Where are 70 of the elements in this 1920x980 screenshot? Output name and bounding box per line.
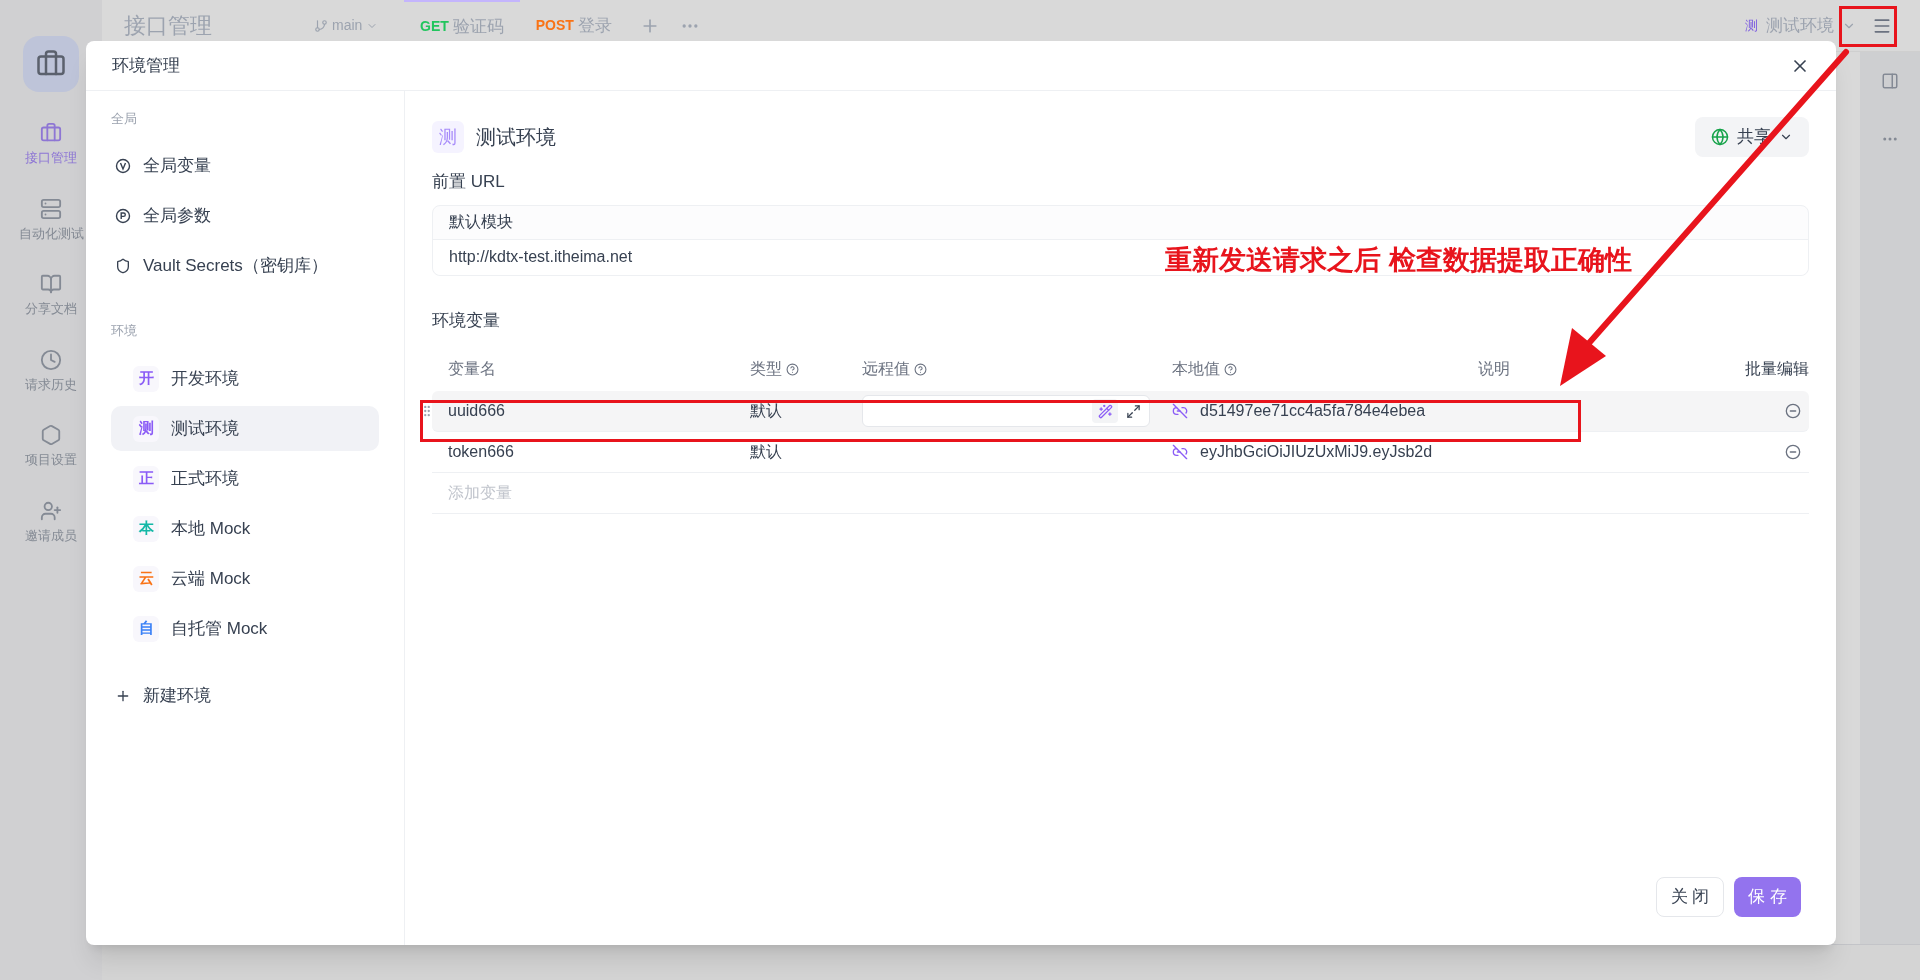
sidebar-item[interactable]: Vault Secrets（密钥库）: [111, 240, 379, 291]
unlinked-icon[interactable]: [1172, 444, 1188, 460]
environment-initial: 测: [1745, 16, 1758, 35]
new-environment-button[interactable]: 新建环境: [111, 676, 379, 716]
hexagon-icon: [40, 424, 62, 446]
help-icon[interactable]: [914, 362, 927, 376]
environment-item[interactable]: 本 本地 Mock: [111, 506, 379, 551]
environment-item[interactable]: 云 云端 Mock: [111, 556, 379, 601]
environment-name: 测试环境: [476, 125, 556, 150]
column-header: 变量名: [447, 359, 497, 379]
environment-item[interactable]: 测 测试环境: [111, 406, 379, 451]
column-header: 本地值: [1160, 357, 1462, 381]
server-icon: [40, 197, 62, 220]
dialog-title: 环境管理: [112, 54, 180, 77]
app-logo: [23, 36, 79, 92]
http-method: GET: [420, 17, 449, 36]
remove-icon[interactable]: [1785, 403, 1801, 419]
unlinked-icon[interactable]: [1172, 403, 1188, 419]
environment-badge: 自: [133, 615, 159, 642]
section-heading: 环境: [111, 321, 138, 340]
column-header: 远程值: [862, 357, 1160, 381]
tab-label: 验证码: [452, 15, 504, 38]
variable-type: 默认: [750, 442, 783, 462]
section-heading: 环境变量: [432, 309, 501, 332]
environment-item[interactable]: 自 自托管 Mock: [111, 606, 379, 651]
expand-icon[interactable]: [1126, 403, 1141, 419]
help-icon[interactable]: [786, 362, 799, 376]
remove-icon[interactable]: [1785, 444, 1801, 460]
module-name: 默认模块: [433, 205, 1808, 240]
magic-wand-icon[interactable]: [1092, 399, 1118, 423]
column-header: 说明: [1477, 359, 1511, 379]
sidebar-item[interactable]: 全局变量: [111, 140, 379, 191]
highlight-frame: [1839, 6, 1897, 47]
circled-p-icon: [115, 207, 131, 224]
variable-type: 默认: [750, 401, 783, 421]
globe-icon: [1711, 128, 1729, 146]
briefcase-icon: [40, 122, 62, 144]
sidebar-item[interactable]: 全局参数: [111, 190, 379, 241]
remote-value-field[interactable]: [862, 395, 1150, 427]
close-button[interactable]: 关 闭: [1655, 877, 1725, 917]
environment-item[interactable]: 正 正式环境: [111, 456, 379, 501]
environment-badge: 本: [133, 515, 159, 542]
tab-label: 登录: [577, 14, 612, 37]
variable-name: uuid666: [447, 401, 506, 421]
environment-badge: 云: [133, 565, 159, 592]
clock-icon: [40, 348, 62, 371]
save-button[interactable]: 保 存: [1734, 877, 1801, 917]
bulk-edit-link[interactable]: 批量编辑: [1649, 357, 1809, 381]
column-header: 类型: [750, 357, 862, 381]
environment-badge: 开: [133, 365, 159, 392]
shield-icon: [115, 257, 131, 274]
add-user-icon: [40, 499, 62, 522]
circled-v-icon: [115, 157, 131, 174]
panel-icon[interactable]: [1881, 72, 1899, 90]
environment-badge: 测: [133, 415, 159, 442]
http-method: POST: [535, 16, 574, 35]
project-title: 接口管理: [124, 12, 213, 40]
branch-icon: [314, 18, 328, 33]
local-value: eyJhbGciOiJIUzUxMiJ9.eyJsb2d: [1200, 442, 1433, 462]
annotation-text: 重新发送请求之后 检查数据提取正确性: [1165, 244, 1632, 277]
variable-name: token666: [447, 442, 515, 462]
section-heading: 前置 URL: [432, 171, 506, 193]
local-value: d51497ee71cc4a5fa784e4ebea: [1200, 401, 1426, 421]
help-icon[interactable]: [1224, 362, 1237, 376]
book-icon: [40, 273, 62, 295]
plus-icon: [115, 688, 131, 704]
section-heading: 全局: [111, 110, 138, 128]
environment-badge: 测: [432, 121, 464, 153]
environment-badge: 正: [133, 465, 159, 492]
environment-item[interactable]: 开 开发环境: [111, 356, 379, 401]
